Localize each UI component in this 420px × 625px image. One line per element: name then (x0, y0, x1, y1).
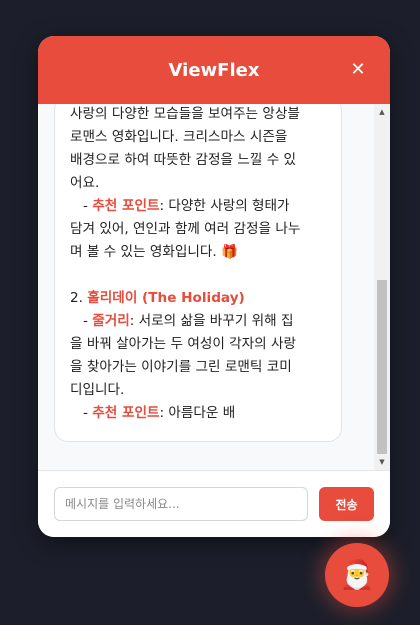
scroll-thumb[interactable] (377, 280, 387, 454)
scroll-down-arrow-icon[interactable]: ▼ (374, 454, 390, 470)
bullet-prefix: - (70, 405, 93, 421)
gift-icon: 🎁 (221, 244, 238, 260)
chat-title: ViewFlex (168, 60, 260, 81)
message-line: 사랑의 다양한 모습들을 보여주는 앙상블 (70, 106, 300, 122)
santa-icon: 🎅 (339, 558, 375, 591)
send-button[interactable]: 전송 (319, 487, 374, 521)
message-input[interactable] (54, 487, 308, 521)
scrollbar[interactable]: ▲ ▼ (374, 104, 390, 470)
recommend-point-label: 추천 포인트 (92, 198, 160, 214)
bullet-prefix: - (70, 198, 93, 214)
item-number: 2. (70, 290, 88, 306)
message-line: 로맨스 영화입니다. 크리스마스 시즌을 (70, 129, 288, 145)
input-area: 전송 (38, 470, 390, 537)
bot-message-bubble: 사랑의 다양한 모습들을 보여주는 앙상블 로맨스 영화입니다. 크리스마스 시… (54, 104, 342, 442)
message-line: 배경으로 하여 따뜻한 감정을 느낄 수 있 (70, 152, 297, 168)
message-list[interactable]: 사랑의 다양한 모습들을 보여주는 앙상블 로맨스 영화입니다. 크리스마스 시… (38, 104, 390, 470)
bullet-prefix: - (70, 313, 93, 329)
chatbot-launcher-button[interactable]: 🎅 (325, 543, 389, 607)
scroll-up-arrow-icon[interactable]: ▲ (374, 104, 390, 120)
close-icon: ✕ (350, 59, 366, 80)
chat-header: ViewFlex ✕ (38, 36, 390, 104)
close-button[interactable]: ✕ (348, 58, 368, 82)
bot-message-text: 사랑의 다양한 모습들을 보여주는 앙상블 로맨스 영화입니다. 크리스마스 시… (70, 104, 329, 425)
plot-label: 줄거리 (92, 313, 130, 329)
message-line: 어요. (70, 175, 100, 191)
movie-title: 홀리데이 (The Holiday) (87, 290, 245, 306)
recommend-point-text: : 아름다운 배 (159, 405, 236, 421)
chat-window: ViewFlex ✕ 사랑의 다양한 모습들을 보여주는 앙상블 로맨스 영화입… (38, 36, 390, 537)
recommend-point-label: 추천 포인트 (92, 405, 160, 421)
